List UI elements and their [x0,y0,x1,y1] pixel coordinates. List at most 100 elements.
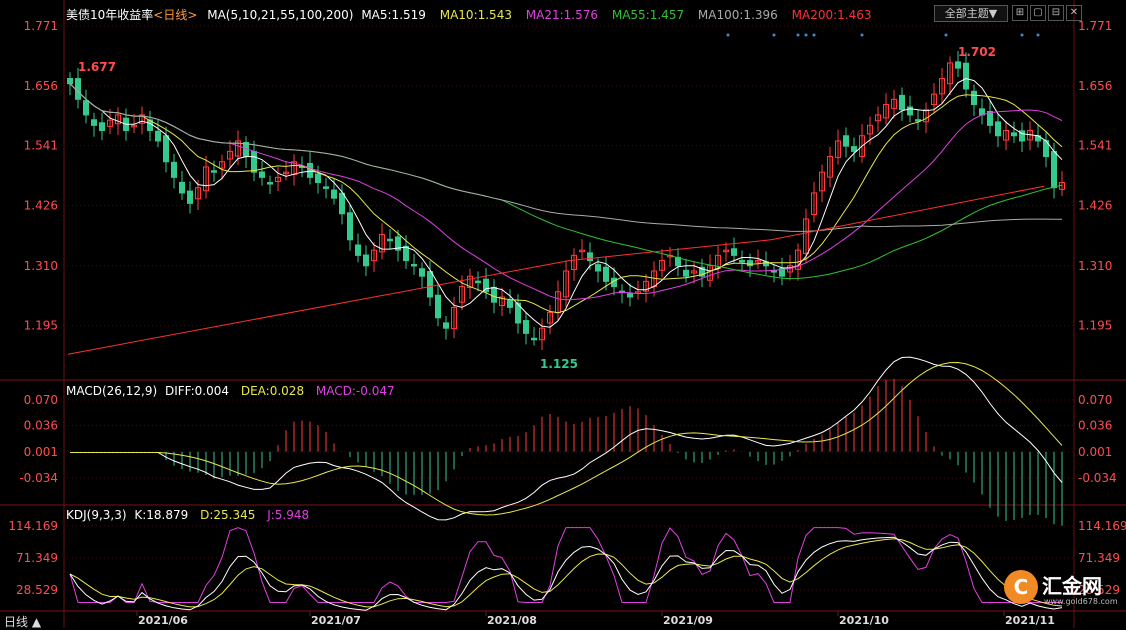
kdj-tick-left: 71.349 [16,551,58,565]
price-tick-left: 1.310 [24,259,58,273]
event-marker [772,33,776,37]
kdj-j-line [69,527,1062,603]
candle-body [403,245,409,262]
candle-body [163,135,169,163]
kdj-tick-left: 28.529 [16,583,58,597]
ma55-value: MA55:1.457 [611,8,685,22]
price-tick-right: 1.656 [1078,79,1112,93]
candle-body [155,130,161,142]
event-marker [1036,33,1040,37]
ma5-value: MA5:1.519 [361,8,426,22]
candle-body [251,150,257,173]
x-tick-label: 2021/07 [311,614,361,627]
period-link[interactable]: <日线> [153,8,197,22]
macd-tick-left: 0.070 [24,393,58,407]
candle-body [331,189,337,199]
macd-tick-right: -0.034 [1078,471,1117,485]
candle-body [1051,150,1057,189]
candle-body [83,100,89,116]
candle-body [747,260,753,267]
kdj-d-line [69,538,1063,608]
candle-body [259,171,265,178]
candle-body [339,192,345,215]
x-tick-label: 2021/09 [663,614,713,627]
price-tick-left: 1.195 [24,319,58,333]
event-marker [1020,33,1024,37]
macd-title: MACD(26,12,9) [66,384,158,398]
macd-value: MACD:-0.047 [315,384,395,398]
candle-body [963,62,969,90]
candle-body [851,146,857,152]
candle-body [587,252,593,262]
candle-body [627,293,633,298]
candle-body [595,264,601,272]
price-tick-left: 1.656 [24,79,58,93]
candle-body [355,244,361,256]
period-selector[interactable]: 日线 ▲ [4,613,41,630]
maximize-icon[interactable]: ▢ [1030,5,1046,21]
candle-body [75,78,81,100]
price-tick-right: 1.426 [1078,198,1112,212]
candle-body [531,337,537,341]
event-marker [796,33,800,37]
candle-body [683,269,689,277]
kdj-tick-right: 71.349 [1078,551,1120,565]
macd-dea: DEA:0.028 [240,384,305,398]
candle-body [387,238,393,242]
x-tick-label: 2021/06 [138,614,188,627]
kdj-tick-left: 114.169 [8,519,58,533]
event-marker [860,33,864,37]
x-tick-label: 2021/11 [1005,614,1055,627]
ma200-value: MA200:1.463 [791,8,872,22]
logo-url: www.gold678.com [1044,597,1118,606]
candle-body [171,161,177,178]
candle-body [187,190,193,204]
candle-body [507,300,513,308]
chart-canvas[interactable]: 1.771 1.771 1.656 1.656 1.541 1.541 1.426 1.426… [0,0,1126,628]
candle-body [411,263,417,267]
ma-params: MA(5,10,21,55,100,200) [207,8,354,22]
candle-body [843,135,849,147]
close-icon[interactable]: ✕ [1066,5,1082,21]
candle-body [315,173,321,184]
logo-name: 汇金网 [1042,574,1102,598]
candle-body [475,280,481,284]
theme-dropdown-button[interactable]: 全部主题▼ [934,5,1008,22]
candle-body [995,121,1001,137]
price-tick-right: 1.195 [1078,319,1112,333]
candle-body [1011,132,1017,137]
price-tick-left: 1.426 [24,198,58,212]
restore-icon[interactable]: ⊟ [1048,5,1064,21]
macd-header: MACD(26,12,9) DIFF:0.004 DEA:0.028 MACD:… [66,384,395,398]
price-tick-right: 1.771 [1078,19,1112,33]
macd-diff: DIFF:0.004 [164,384,230,398]
candle-body [267,182,273,185]
grid-icon[interactable]: ⊞ [1012,5,1028,21]
candle-body [91,119,97,126]
x-tick-label: 2021/10 [839,614,889,627]
x-tick-label: 2021/08 [487,614,537,627]
candle-body [179,181,185,194]
macd-tick-right: 0.070 [1078,393,1112,407]
kdj-j: J:5.948 [267,508,310,522]
candle-body [731,248,737,256]
macd-tick-left: -0.034 [19,471,58,485]
candle-body [435,294,441,319]
candle-body [307,162,313,178]
price-tick-right: 1.310 [1078,259,1112,273]
high-label: 1.702 [958,45,996,59]
candle-body [323,186,329,189]
candle-body [771,270,777,273]
candle-body [211,170,217,173]
candle-body [443,322,449,329]
kdj-k: K:18.879 [134,508,189,522]
ma100-line [69,83,1063,232]
event-marker [812,33,816,37]
brand-logo: C 汇金网 www.gold678.com [1002,566,1118,610]
kdj-d: D:25.345 [200,508,256,522]
candle-body [491,286,497,303]
ma10-value: MA10:1.543 [439,8,512,22]
ma200-line [67,185,1045,355]
low-label: 1.125 [540,357,578,371]
candle-body [99,122,105,132]
